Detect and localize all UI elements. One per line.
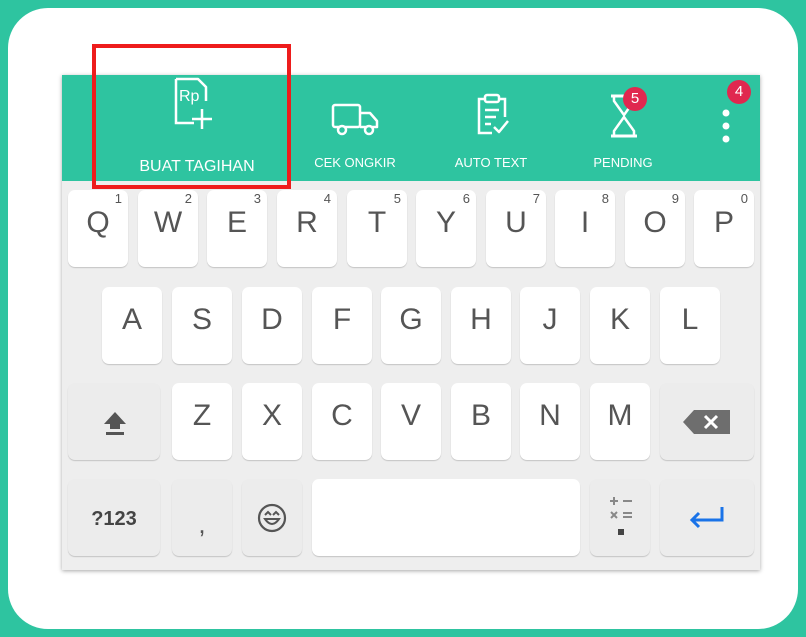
- key-label: L: [681, 303, 699, 336]
- key-q[interactable]: 1 Q: [68, 190, 128, 267]
- key-label: C: [331, 399, 353, 432]
- key-hint: 3: [253, 191, 261, 206]
- key-label: Y: [435, 206, 456, 239]
- key-z[interactable]: Z: [172, 383, 232, 460]
- key-u[interactable]: 7 U: [486, 190, 546, 267]
- enter-key[interactable]: [660, 479, 754, 556]
- pending-button[interactable]: 5 PENDING: [568, 75, 678, 181]
- key-hint: 0: [740, 191, 748, 206]
- key-n[interactable]: N: [520, 383, 580, 460]
- comma-key[interactable]: ,: [172, 479, 232, 556]
- key-w[interactable]: 2 W: [138, 190, 198, 267]
- key-hint: 7: [532, 191, 540, 206]
- key-a[interactable]: A: [102, 287, 162, 364]
- symbols-key[interactable]: ?123: [68, 479, 160, 556]
- key-label: P: [713, 206, 734, 239]
- key-f[interactable]: F: [312, 287, 372, 364]
- key-label: M: [607, 399, 633, 432]
- svg-text:Rp: Rp: [179, 88, 200, 105]
- pending-badge: 5: [623, 87, 647, 111]
- key-label: E: [226, 206, 247, 239]
- backspace-icon: [682, 409, 732, 440]
- key-label: D: [261, 303, 283, 336]
- pending-label: PENDING: [593, 155, 653, 170]
- more-vertical-icon: [722, 109, 730, 148]
- comma-label: ,: [198, 509, 206, 539]
- key-label: B: [470, 399, 491, 432]
- key-label: W: [153, 206, 183, 239]
- key-c[interactable]: C: [312, 383, 372, 460]
- key-hint: 2: [184, 191, 192, 206]
- key-t[interactable]: 5 T: [347, 190, 407, 267]
- backspace-key[interactable]: [660, 383, 754, 460]
- key-label: S: [191, 303, 212, 336]
- cek-ongkir-button[interactable]: CEK ONGKIR: [300, 75, 410, 181]
- key-label: R: [296, 206, 318, 239]
- key-label: H: [470, 303, 492, 336]
- key-label: U: [505, 206, 527, 239]
- key-r[interactable]: 4 R: [277, 190, 337, 267]
- key-p[interactable]: 0 P: [694, 190, 754, 267]
- key-label: Q: [86, 206, 110, 239]
- clipboard-check-icon: [474, 93, 510, 142]
- truck-icon: [330, 101, 382, 142]
- key-hint: 9: [671, 191, 679, 206]
- key-h[interactable]: H: [451, 287, 511, 364]
- key-label: A: [121, 303, 142, 336]
- buat-tagihan-button[interactable]: Rp BUAT TAGIHAN: [102, 75, 292, 181]
- key-l[interactable]: L: [660, 287, 720, 364]
- key-label: T: [367, 206, 387, 239]
- shift-icon: [102, 410, 128, 441]
- key-hint: 5: [393, 191, 401, 206]
- buat-tagihan-label: BUAT TAGIHAN: [139, 158, 255, 175]
- key-hint: 4: [323, 191, 331, 206]
- key-y[interactable]: 6 Y: [416, 190, 476, 267]
- key-v[interactable]: V: [381, 383, 441, 460]
- key-label: V: [400, 399, 421, 432]
- key-e[interactable]: 3 E: [207, 190, 267, 267]
- key-k[interactable]: K: [590, 287, 650, 364]
- key-g[interactable]: G: [381, 287, 441, 364]
- key-label: K: [609, 303, 630, 336]
- key-label: G: [399, 303, 423, 336]
- key-label: F: [332, 303, 352, 336]
- key-hint: 6: [462, 191, 470, 206]
- key-label: X: [261, 399, 282, 432]
- key-d[interactable]: D: [242, 287, 302, 364]
- auto-text-label: AUTO TEXT: [454, 155, 528, 170]
- key-label: N: [539, 399, 561, 432]
- key-x[interactable]: X: [242, 383, 302, 460]
- key-label: Z: [192, 399, 212, 432]
- key-label: J: [542, 303, 558, 336]
- emoji-key[interactable]: [242, 479, 302, 556]
- symbols-label: ?123: [91, 508, 137, 530]
- invoice-add-icon: Rp: [164, 71, 232, 140]
- auto-text-button[interactable]: AUTO TEXT: [436, 75, 546, 181]
- math-key[interactable]: [590, 479, 650, 556]
- key-label: O: [643, 206, 667, 239]
- key-o[interactable]: 9 O: [625, 190, 685, 267]
- key-hint: 8: [601, 191, 609, 206]
- enter-icon: [688, 505, 726, 534]
- shift-key[interactable]: [68, 383, 160, 460]
- space-key[interactable]: [312, 479, 580, 556]
- math-symbols-icon: [607, 493, 635, 546]
- key-m[interactable]: M: [590, 383, 650, 460]
- key-i[interactable]: 8 I: [555, 190, 615, 267]
- key-hint: 1: [114, 191, 122, 206]
- keyboard-toolbar: Rp BUAT TAGIHAN CEK ONGKIR AUTO TEXT 5 P…: [62, 75, 760, 181]
- key-s[interactable]: S: [172, 287, 232, 364]
- key-j[interactable]: J: [520, 287, 580, 364]
- cek-ongkir-label: CEK ONGKIR: [314, 155, 396, 170]
- more-badge: 4: [727, 80, 751, 104]
- key-label: I: [580, 206, 590, 239]
- emoji-icon: [257, 503, 287, 538]
- key-b[interactable]: B: [451, 383, 511, 460]
- keyboard: Rp BUAT TAGIHAN CEK ONGKIR AUTO TEXT 5 P…: [62, 75, 760, 570]
- more-button[interactable]: 4: [710, 75, 751, 181]
